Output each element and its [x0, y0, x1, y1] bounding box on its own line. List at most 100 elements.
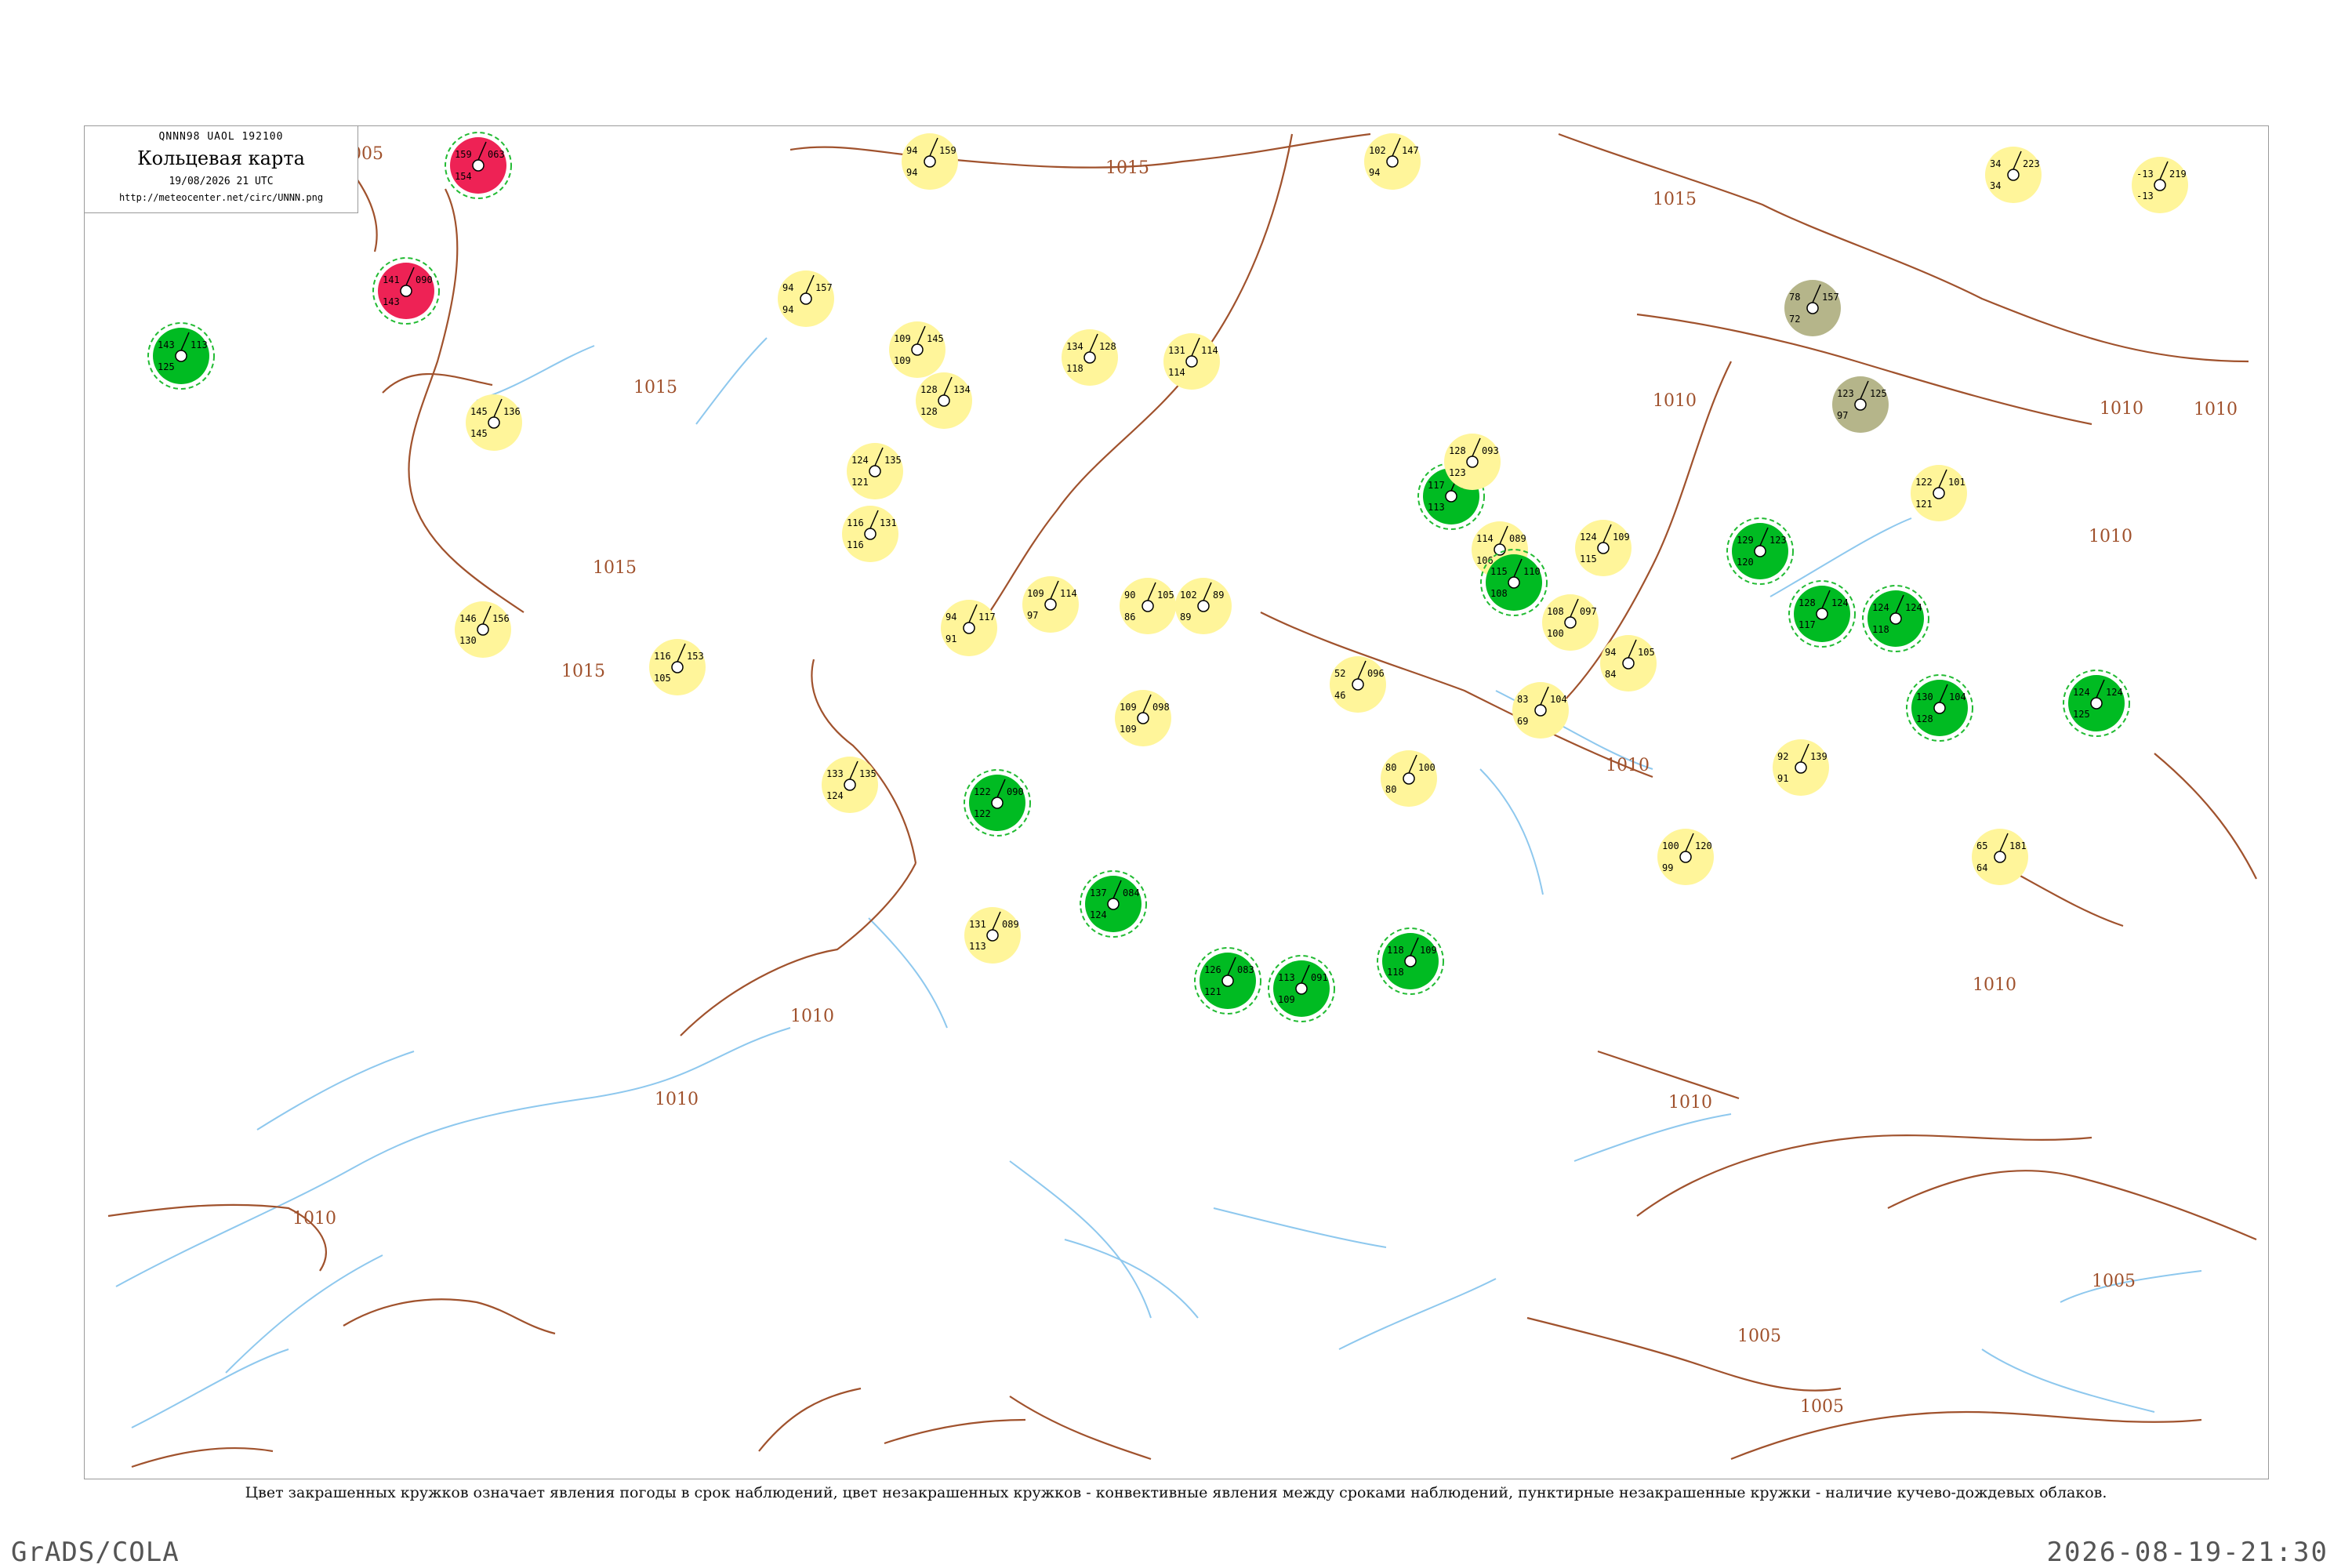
station-marker: 122 090 122 [964, 769, 1031, 837]
isobar-label: 1010 [1973, 975, 2016, 995]
station-value: 124 [826, 790, 844, 801]
station-value: 109 [1613, 532, 1630, 543]
station-value: 101 [1948, 477, 1965, 488]
station-dot [1597, 542, 1610, 554]
station-marker: 108 097 100 [1542, 594, 1599, 651]
station-value: 145 [470, 428, 488, 439]
station-dot [1107, 898, 1120, 910]
station-value: 89 [1213, 590, 1224, 601]
station-marker: 102 147 94 [1364, 133, 1421, 190]
station-value: 124 [1831, 597, 1849, 608]
station-value: 130 [459, 635, 477, 646]
isobar-labels: 1005 1015 1015 1015 1015 1015 1010 1010 … [292, 144, 2238, 1417]
station-marker: 118 109 118 [1377, 927, 1444, 995]
station-value: 124 [1580, 532, 1597, 543]
isobar-label: 1005 [1737, 1327, 1781, 1346]
station-marker: 116 153 105 [649, 639, 706, 695]
station-value: 114 [1168, 367, 1185, 378]
station-value: 181 [2009, 840, 2027, 851]
station-marker: 113 091 109 [1268, 955, 1335, 1022]
station-value: 109 [894, 333, 911, 344]
station-dot [1494, 543, 1506, 556]
station-dot [1754, 545, 1766, 557]
station-dot [477, 623, 489, 636]
station-value: 78 [1789, 292, 1800, 303]
station-value: 131 [880, 517, 897, 528]
station-value: 80 [1385, 784, 1396, 795]
station-marker: 128 093 123 [1444, 434, 1501, 490]
station-marker: 123 125 97 [1832, 376, 1889, 433]
station-dot [1404, 955, 1417, 967]
station-value: 089 [1002, 919, 1019, 930]
station-value: 118 [1872, 624, 1889, 635]
station-dot [2007, 169, 2020, 181]
isobar-label: 1015 [633, 378, 677, 397]
map-url: http://meteocenter.net/circ/UNNN.png [118, 192, 324, 203]
station-dot [963, 622, 975, 634]
station-value: 91 [1777, 773, 1788, 784]
station-value: 34 [1990, 180, 2001, 191]
station-value: 219 [2169, 169, 2187, 180]
station-dot [1137, 712, 1149, 724]
station-value: 128 [1099, 341, 1116, 352]
station-value: 143 [158, 339, 175, 350]
station-marker: 94 157 94 [778, 270, 834, 327]
isobar-label: 1010 [292, 1209, 336, 1229]
station-value: 110 [1523, 566, 1541, 577]
station-value: 091 [1311, 972, 1328, 983]
station-value: 120 [1695, 840, 1712, 851]
station-dot [1044, 598, 1057, 611]
isobar-label: 1015 [561, 662, 605, 681]
station-value: 97 [1837, 410, 1848, 421]
station-marker: 92 139 91 [1773, 739, 1829, 796]
station-value: 159 [939, 145, 956, 156]
station-value: 113 [191, 339, 208, 350]
station-value: 116 [847, 517, 864, 528]
station-dot [864, 528, 877, 540]
station-dot [1142, 600, 1154, 612]
station-marker: 94 117 91 [941, 600, 997, 656]
station-value: -13 [2136, 169, 2154, 180]
station-value: 123 [1449, 467, 1466, 478]
station-value: 123 [1837, 388, 1854, 399]
stations-layer: 159 063154141 090143143 11312594 1599494 1579… [147, 132, 2188, 1022]
station-marker: 109 114 97 [1022, 576, 1079, 633]
station-value: 125 [1870, 388, 1887, 399]
station-value: 123 [1769, 535, 1787, 546]
station-dot [1197, 600, 1210, 612]
station-dot [488, 416, 500, 429]
station-dot [1466, 456, 1479, 468]
station-value: 121 [851, 477, 869, 488]
station-dot [1083, 351, 1096, 364]
station-dot [1795, 761, 1807, 774]
station-marker: 131 114 114 [1163, 333, 1220, 390]
station-value: 139 [1810, 751, 1828, 762]
station-dot [671, 661, 684, 673]
station-value: 128 [1916, 713, 1933, 724]
map-caption: Цвет закрашенных кружков означает явлени… [245, 1484, 2107, 1501]
station-value: 86 [1124, 612, 1135, 622]
weather-map: 1005 1015 1015 1015 1015 1015 1010 1010 … [84, 125, 2269, 1479]
station-dot [1445, 490, 1457, 503]
station-dot [1185, 355, 1198, 368]
station-value: 146 [459, 613, 477, 624]
map-title-box: QNNN98 UAOL 192100 Кольцевая карта 19/08… [84, 125, 358, 213]
station-value: 128 [1798, 597, 1816, 608]
station-dot [472, 159, 485, 172]
station-value: 109 [1420, 945, 1437, 956]
station-value: 64 [1976, 862, 1987, 873]
station-marker: 102 89 89 [1175, 578, 1232, 634]
station-value: 154 [455, 171, 472, 182]
station-value: 153 [687, 651, 704, 662]
station-marker: 124 135 121 [847, 443, 903, 499]
station-value: 090 [416, 274, 433, 285]
station-value: 80 [1385, 762, 1396, 773]
station-value: 34 [1990, 158, 2001, 169]
station-dot [400, 285, 412, 297]
station-value: 109 [1120, 702, 1137, 713]
station-dot [1679, 851, 1692, 863]
station-marker: -13 219 -13 [2132, 157, 2188, 213]
station-value: 084 [1123, 887, 1140, 898]
station-marker: 146 156 130 [455, 601, 511, 658]
station-dot [1806, 302, 1819, 314]
